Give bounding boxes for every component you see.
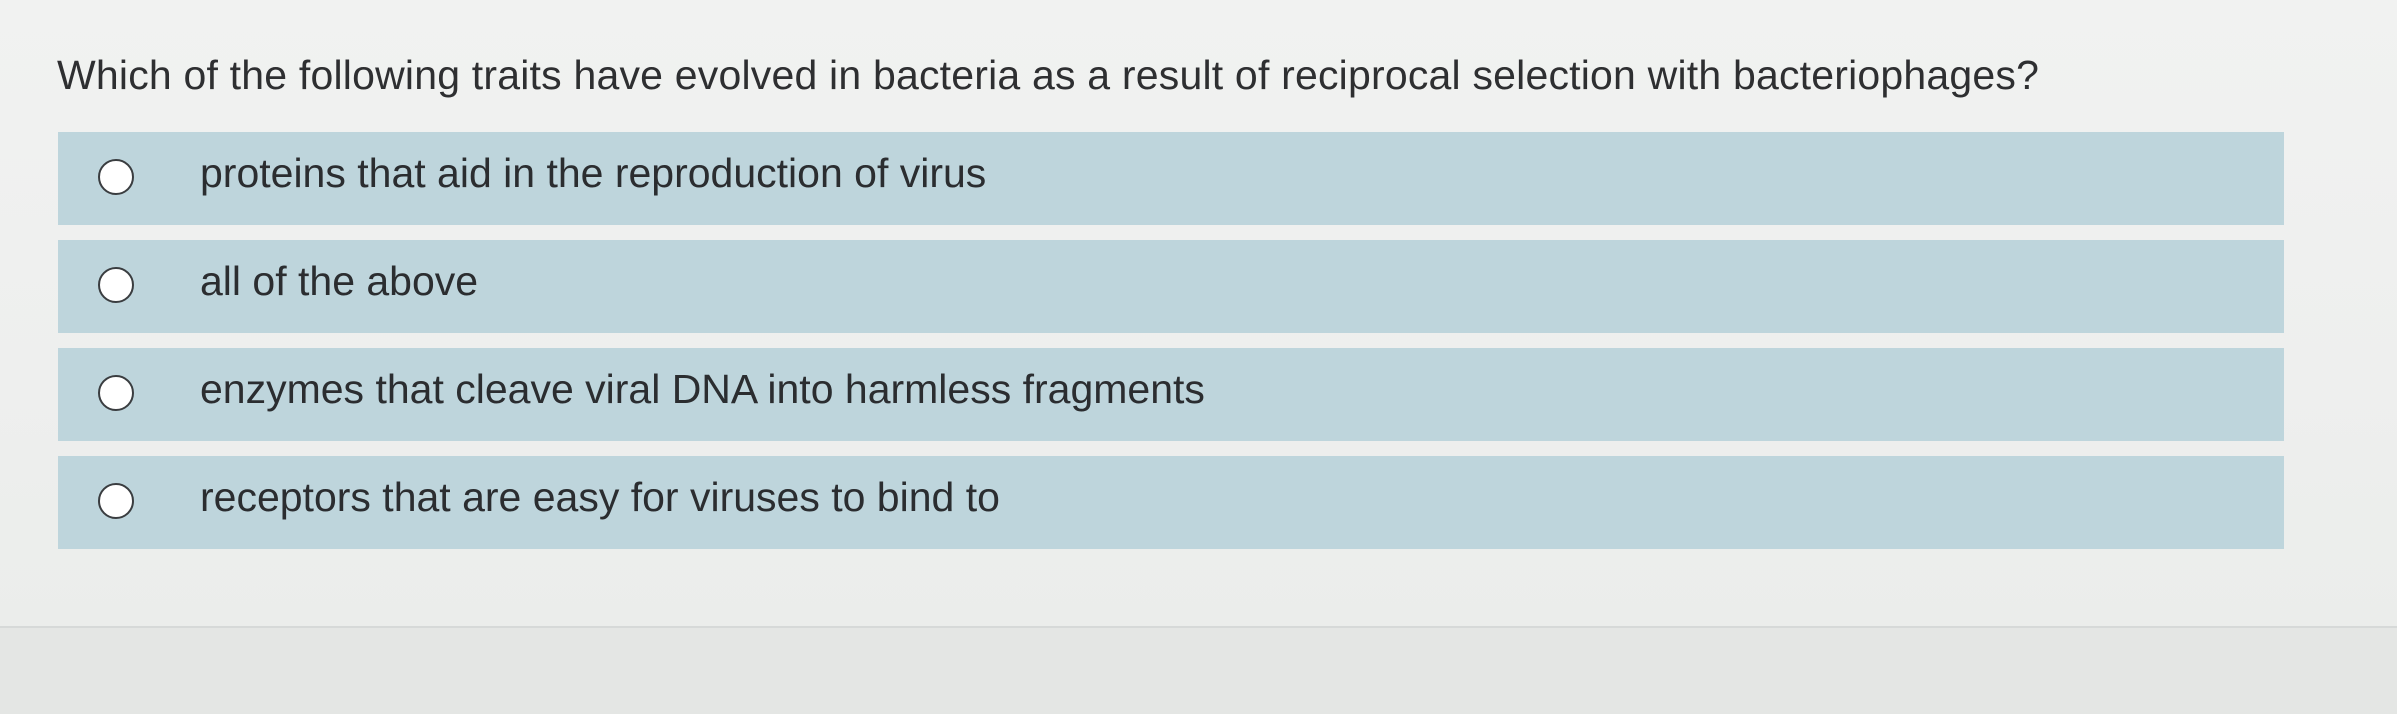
- answer-option[interactable]: proteins that aid in the reproduction of…: [58, 132, 2284, 225]
- radio-button[interactable]: [98, 159, 134, 195]
- answer-option[interactable]: enzymes that cleave viral DNA into harml…: [58, 348, 2284, 441]
- answer-option-label: receptors that are easy for viruses to b…: [200, 474, 1000, 520]
- answer-option-label: enzymes that cleave viral DNA into harml…: [200, 366, 1205, 412]
- question-text: Which of the following traits have evolv…: [57, 52, 2040, 98]
- question-card: Which of the following traits have evolv…: [0, 0, 2397, 628]
- radio-button[interactable]: [98, 267, 134, 303]
- answer-option[interactable]: receptors that are easy for viruses to b…: [58, 456, 2284, 549]
- page-footer-area: [0, 628, 2397, 714]
- answer-options: proteins that aid in the reproduction of…: [58, 132, 2284, 564]
- answer-option[interactable]: all of the above: [58, 240, 2284, 333]
- radio-button[interactable]: [98, 483, 134, 519]
- answer-option-label: proteins that aid in the reproduction of…: [200, 150, 987, 196]
- answer-option-label: all of the above: [200, 258, 479, 304]
- radio-button[interactable]: [98, 375, 134, 411]
